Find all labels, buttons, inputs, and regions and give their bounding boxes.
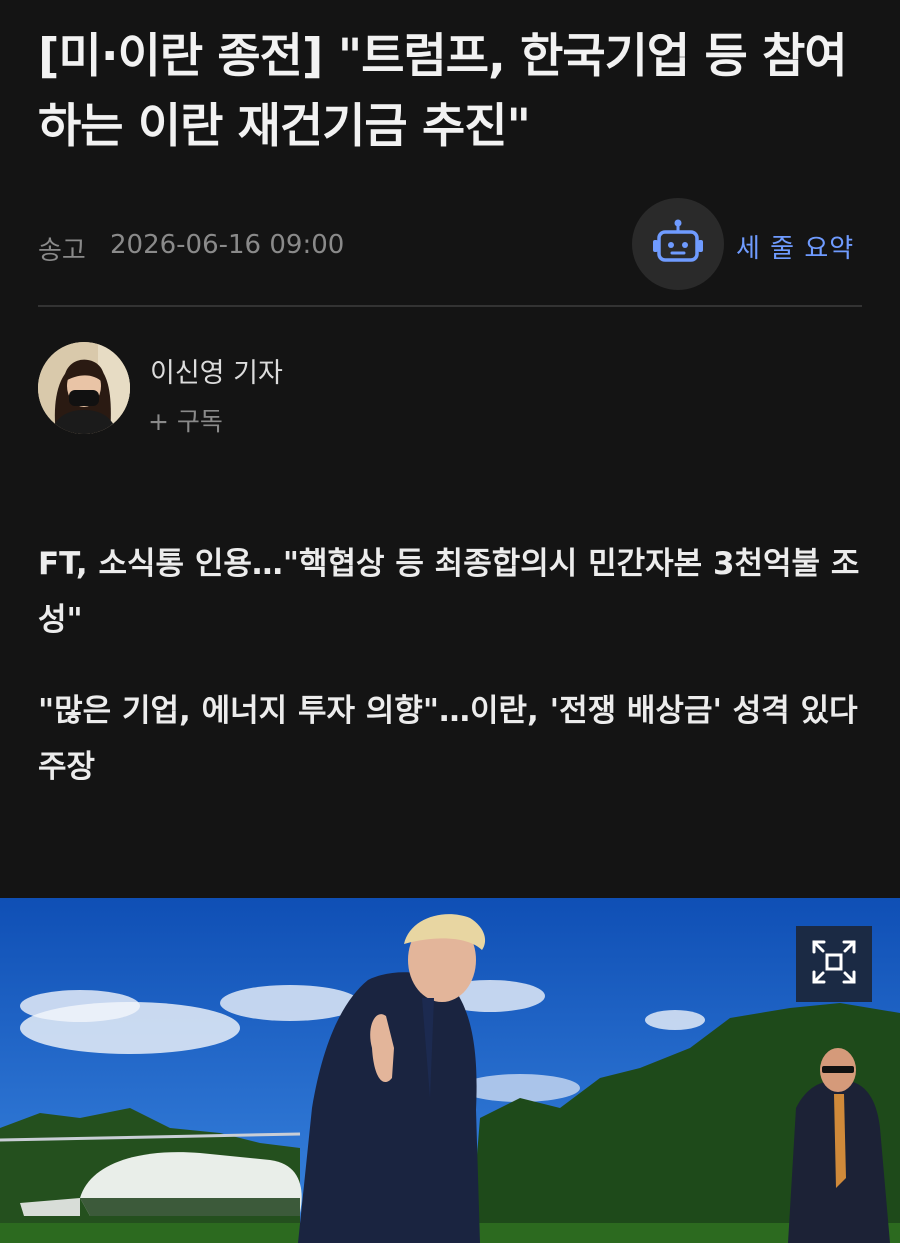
expand-icon: [810, 938, 858, 990]
expand-photo-button[interactable]: [796, 926, 872, 1002]
subscribe-button[interactable]: + 구독: [148, 402, 223, 438]
article-photo[interactable]: [0, 898, 900, 1243]
article-meta: 송고 2026-06-16 09:00 세 줄 요약: [38, 198, 862, 290]
summary-label[interactable]: 세 줄 요약: [736, 228, 854, 265]
reporter-name[interactable]: 이신영 기자: [150, 351, 283, 390]
publish-label: 송고: [38, 236, 86, 266]
article-headline: [미·이란 종전] "트럼프, 한국기업 등 참여하는 이란 재건기금 추진": [38, 29, 848, 154]
sub-headline: FT, 소식통 인용…"핵협상 등 최종합의시 민간자본 3천억불 조성": [38, 546, 860, 638]
divider: [38, 305, 862, 307]
reporter-avatar[interactable]: [38, 342, 130, 434]
sub-headline: "많은 기업, 에너지 투자 의향"…이란, '전쟁 배상금' 성격 있다 주장: [38, 693, 858, 785]
robot-icon: [651, 218, 705, 270]
publish-date: 2026-06-16 09:00: [110, 230, 345, 260]
summary-button[interactable]: [632, 198, 724, 290]
